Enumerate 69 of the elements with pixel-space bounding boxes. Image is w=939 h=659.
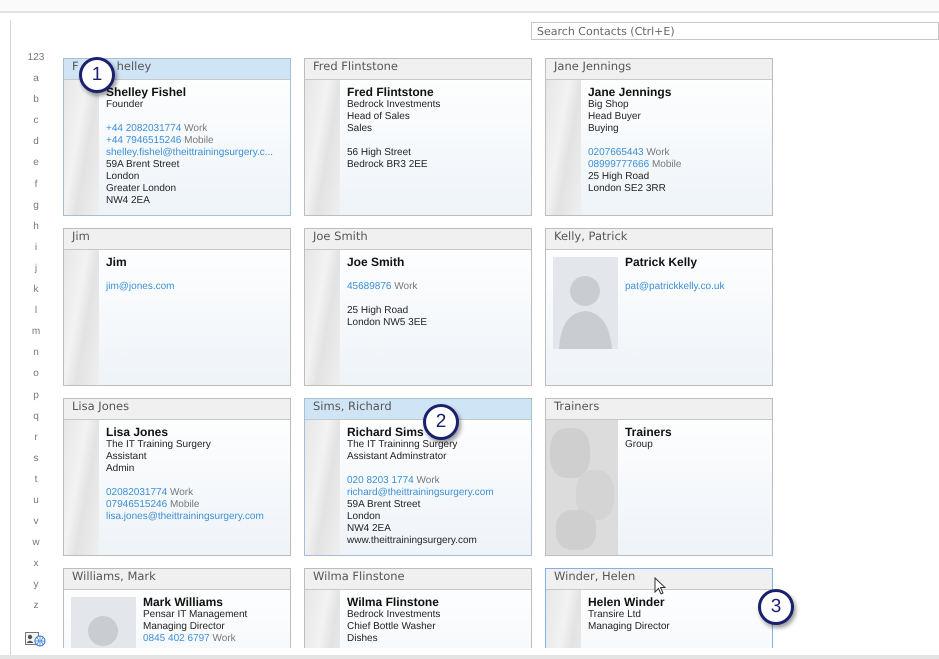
contact-detail: Group	[625, 439, 654, 451]
phone-label: Work	[394, 281, 418, 292]
contact-detail: 25 High Road	[347, 305, 410, 317]
contact-detail: Greater London	[106, 183, 178, 195]
contact-detail: The IT Training Surgery	[106, 439, 212, 451]
contact-detail: Admin	[106, 463, 136, 475]
header-text: Wilma Flinstone	[313, 569, 405, 583]
contact-detail: Managing Director	[588, 621, 670, 633]
header-text: Lisa Jones	[72, 399, 130, 413]
contact-name: Patrick Kelly	[625, 255, 698, 269]
phone-label: Mobile	[184, 135, 214, 146]
contact-detail: Transire Ltd	[588, 609, 642, 621]
contact-detail: London NW5 3EE	[347, 317, 428, 329]
contact-name: Jane Jennings	[588, 85, 672, 99]
header-text: Williams, Mark	[72, 569, 156, 583]
contact-detail: The IT Traininng Surgery	[347, 439, 458, 451]
contact-detail: London SE2 3RR	[588, 183, 667, 195]
contact-detail: 59A Brent Street	[106, 159, 180, 171]
contact-detail: London	[106, 171, 140, 183]
header-text: F	[72, 59, 79, 73]
contact-name: Mark Williams	[143, 595, 224, 609]
contact-name: Joe Smith	[347, 255, 406, 269]
phone-label: Work	[416, 475, 440, 486]
header-text: Kelly, Patrick	[554, 229, 628, 243]
contact-detail: Assistant	[106, 451, 148, 463]
contact-name: Shelley Fishel	[106, 85, 188, 99]
contact-name: Jim	[106, 255, 128, 269]
contact-detail: 56 High Street	[347, 147, 412, 159]
contact-detail: 25 High Road	[588, 171, 650, 183]
header-text: Jane Jennings	[554, 59, 632, 73]
contact-detail: Bedrock Investments	[347, 609, 440, 621]
phone-label: Mobile	[170, 499, 200, 510]
contact-detail: Assistant Adminstrator	[347, 451, 448, 463]
phone-label: Work	[212, 633, 236, 644]
header-text: Trainers	[554, 399, 600, 413]
contact-detail: Big Shop	[588, 99, 630, 111]
contact-name: Fred Flintstone	[347, 85, 435, 99]
contact-detail: NW4 2EA	[347, 523, 392, 535]
contact-name: Helen Winder	[588, 595, 666, 609]
contact-detail: Managing Director	[143, 621, 226, 633]
header-text: Jim	[72, 229, 90, 243]
contact-name: Trainers	[625, 425, 672, 439]
phone-label: Work	[170, 487, 194, 498]
contact-name: Wilma Flinstone	[347, 595, 440, 609]
step-number-tooltip: 3	[758, 589, 794, 625]
contact-name: Lisa Jones	[106, 425, 170, 439]
header-text: Winder, Helen	[554, 569, 636, 583]
contact-detail: London	[347, 511, 382, 523]
contact-detail: NW4 2EA	[106, 195, 151, 207]
header-text: Sims, Richard	[313, 399, 392, 413]
contact-detail: Chief Bottle Washer	[347, 621, 437, 633]
contact-detail: Bedrock Investments	[347, 99, 440, 111]
contact-detail: 59A Brent Street	[347, 499, 422, 511]
phone-label: Work	[184, 123, 208, 134]
contact-detail: Sales	[347, 123, 374, 135]
header-text: Fred Flintstone	[313, 59, 398, 73]
phone-label: Work	[646, 147, 670, 158]
contact-detail: Head of Sales	[347, 111, 411, 123]
contact-detail: Buying	[588, 123, 620, 135]
contact-name: Richard Sims	[347, 425, 425, 439]
contact-detail: Head Buyer	[588, 111, 642, 123]
header-text: helley	[116, 59, 152, 73]
contact-detail: Founder	[106, 99, 144, 111]
contact-detail: www.theittrainingsurgery.com	[347, 535, 478, 547]
contact-detail: Pensar IT Management	[143, 609, 248, 621]
phone-label: Mobile	[652, 159, 682, 170]
contact-detail: Dishes	[347, 633, 379, 645]
contact-detail: Bedrock BR3 2EE	[347, 159, 429, 171]
header-text: Joe Smith	[313, 229, 368, 243]
